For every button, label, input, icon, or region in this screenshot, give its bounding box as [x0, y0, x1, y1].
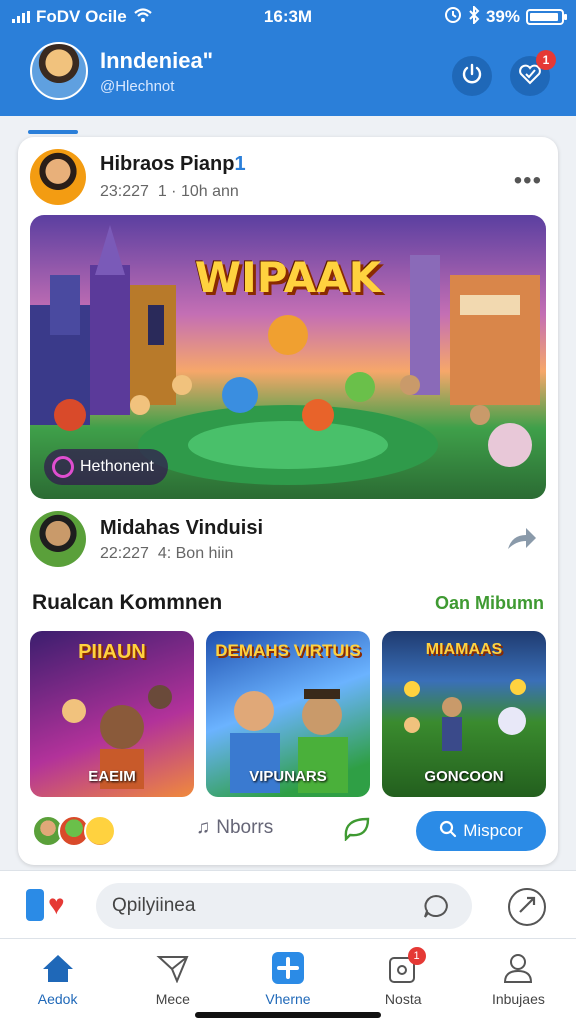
thumbnail-card[interactable]: PIIAUN EAEIM: [30, 631, 194, 797]
home-icon: [41, 951, 75, 985]
nav-label: Inbujaes: [491, 991, 545, 1007]
status-time: 16:3M: [263, 7, 313, 26]
thumbnail-label: EAEIM: [88, 768, 136, 785]
reaction-avatars[interactable]: [32, 815, 116, 847]
hero-tag-chip[interactable]: Hethonent: [44, 449, 168, 485]
ring-icon: [52, 456, 74, 478]
status-bar: FoDV Ocile 16:3M 39%: [0, 0, 576, 34]
battery-icon: [526, 9, 567, 25]
music-label: Nborrs: [216, 817, 274, 838]
heart-icon: ♥: [48, 889, 65, 920]
signal-icon: [12, 11, 30, 23]
verified-mark: 1: [234, 153, 246, 175]
post-header: Hibraos Pianp1 23:227 1 · 10h ann •••: [30, 149, 546, 209]
comment-tools[interactable]: ♥: [26, 889, 65, 921]
post-hero-image[interactable]: WIPAAK Hethonent: [30, 215, 546, 499]
author-avatar[interactable]: [30, 149, 86, 205]
game-thumbnails: PIIAUN EAEIM DEMAHS VIRTUIS VIPUNARS MIA…: [30, 631, 546, 797]
app-header: FoDV Ocile 16:3M 39% Inndeniea" @Hlechno…: [0, 0, 576, 116]
search-icon: [439, 820, 457, 843]
music-note-icon: ♫: [196, 817, 211, 838]
post-meta: 22:227 4: Bon hiin: [100, 545, 233, 563]
nav-label: Aedok: [37, 991, 78, 1007]
profile-name: Inndeniea": [100, 47, 214, 73]
carrier-name: FoDV Ocile: [36, 7, 127, 26]
section-title: Rualcan Kommnen: [32, 591, 223, 614]
post-meta: 23:227 1 · 10h ann: [100, 183, 239, 201]
nav-badge: 1: [407, 947, 426, 965]
nav-label: Nosta: [384, 991, 422, 1007]
send-button[interactable]: [508, 888, 546, 926]
more-options-button[interactable]: •••: [514, 167, 542, 195]
power-icon: [461, 63, 483, 90]
tab-indicator: [28, 130, 78, 134]
see-all-link[interactable]: Oan Mibumn: [435, 593, 544, 614]
post-meta-detail: 4: Bon hiin: [157, 545, 234, 562]
home-indicator: [195, 1012, 381, 1018]
post-author-name[interactable]: Midahas Vinduisi: [100, 517, 263, 540]
compass-send-icon: [517, 895, 537, 920]
cta-label: Mispcor: [463, 821, 523, 840]
bluetooth-icon: [468, 4, 480, 29]
avatar[interactable]: [30, 42, 88, 100]
profile-summary[interactable]: Inndeniea" @Hlechnot: [30, 42, 213, 100]
plus-icon: [271, 951, 305, 985]
chat-bubble-button[interactable]: [422, 893, 450, 926]
feed-card: Hibraos Pianp1 23:227 1 · 10h ann ••• WI…: [18, 137, 558, 865]
nav-item-profile[interactable]: Inbujaes: [461, 939, 576, 1024]
share-button[interactable]: [506, 525, 538, 559]
hero-game-title: WIPAAK: [194, 253, 382, 302]
paper-plane-icon: [156, 951, 190, 985]
post-entry: Midahas Vinduisi 22:227 4: Bon hiin: [30, 511, 546, 575]
nav-label: Vherne: [265, 991, 311, 1007]
share-arrow-icon: [506, 525, 538, 558]
comment-leaf-button[interactable]: [342, 815, 372, 848]
author-avatar[interactable]: [30, 511, 86, 567]
post-meta-detail: 1 · 10h ann: [157, 183, 239, 200]
nav-label: Mece: [155, 991, 190, 1007]
power-button[interactable]: [452, 56, 492, 96]
thumbnail-label: VIPUNARS: [249, 768, 327, 785]
music-button[interactable]: ♫ Nborrs: [196, 817, 273, 839]
thumbnail-label: GONCOON: [424, 768, 504, 785]
wifi-icon: [133, 7, 153, 28]
user-icon: [501, 951, 535, 985]
hero-chip-label: Hethonent: [80, 458, 154, 475]
search-cta-button[interactable]: Mispcor: [416, 811, 546, 851]
thumbnail-card[interactable]: MIAMAAS GONCOON: [382, 631, 546, 797]
notification-badge: 1: [536, 50, 556, 70]
thumbnail-card[interactable]: DEMAHS VIRTUIS VIPUNARS: [206, 631, 370, 797]
smiley-icon: [84, 815, 116, 847]
jar-icon: [26, 889, 44, 921]
alarm-icon: [444, 6, 462, 29]
profile-handle: @Hlechnot: [100, 77, 175, 95]
nav-item-home[interactable]: Aedok: [0, 939, 115, 1024]
post-time: 22:227: [100, 545, 149, 562]
chat-bubble-icon: [422, 894, 450, 925]
post-actions: ♫ Nborrs Mispcor: [30, 809, 546, 853]
leaf-chat-icon: [342, 817, 372, 847]
comment-bar: ♥: [0, 870, 576, 938]
post-author-name: Hibraos Pianp: [100, 153, 235, 175]
favorites-button[interactable]: 1: [510, 50, 556, 96]
post-time: 23:227: [100, 183, 149, 200]
comment-input[interactable]: [96, 883, 472, 929]
battery-percent: 39%: [485, 7, 520, 26]
post-author[interactable]: Hibraos Pianp1: [100, 153, 246, 176]
more-dots-icon: •••: [513, 167, 542, 194]
